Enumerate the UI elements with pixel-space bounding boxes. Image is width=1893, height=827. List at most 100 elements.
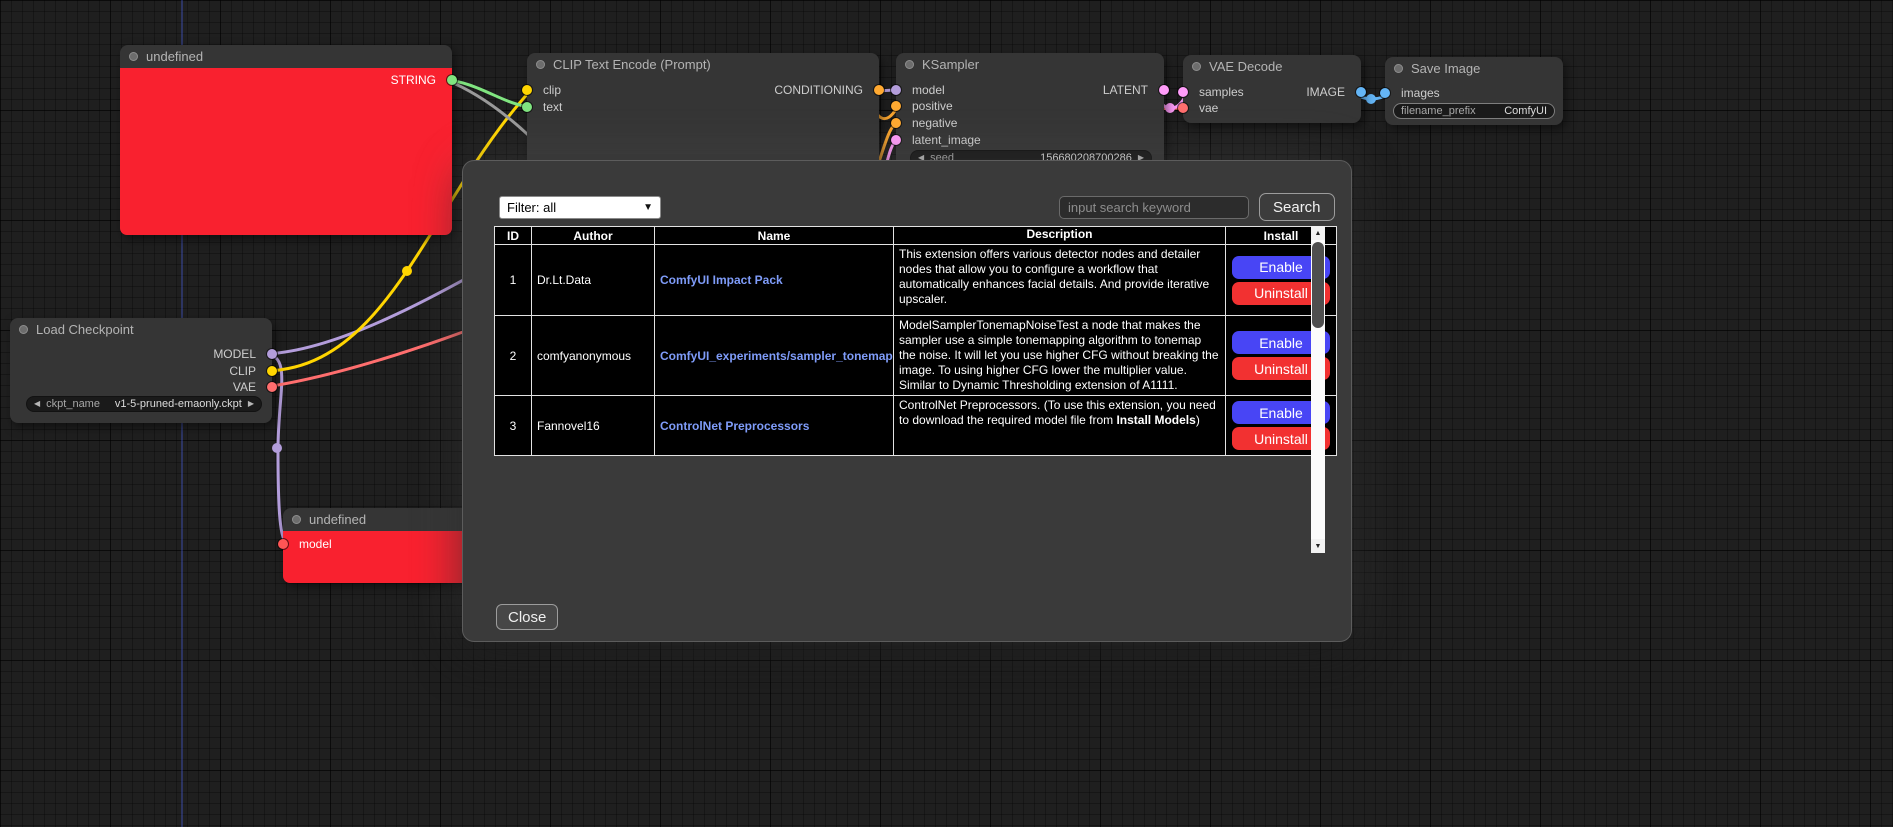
node-title: VAE Decode <box>1209 59 1282 74</box>
extension-link[interactable]: ControlNet Preprocessors <box>660 419 809 433</box>
slot-label: STRING <box>391 73 436 87</box>
input-slot-positive[interactable]: positive <box>896 99 953 113</box>
latent-port-icon[interactable] <box>1178 87 1188 97</box>
string-port-icon[interactable] <box>522 102 532 112</box>
input-slot-model[interactable]: model <box>896 83 945 97</box>
image-port-icon[interactable] <box>1380 88 1390 98</box>
node-undefined-top[interactable]: undefined STRING <box>120 45 452 235</box>
latent-port-icon[interactable] <box>891 135 901 145</box>
table-scrollbar[interactable]: ▲ ▼ <box>1311 226 1325 553</box>
extension-id: 1 <box>495 245 532 316</box>
collapse-dot-icon[interactable] <box>1192 62 1201 71</box>
conditioning-port-icon[interactable] <box>891 118 901 128</box>
input-slot-samples[interactable]: samples <box>1183 85 1244 99</box>
output-slot-clip[interactable]: CLIP <box>229 364 272 378</box>
search-input[interactable] <box>1059 196 1249 219</box>
collapse-dot-icon[interactable] <box>292 515 301 524</box>
collapse-dot-icon[interactable] <box>129 52 138 61</box>
node-header[interactable]: undefined <box>120 45 452 68</box>
column-header-id: ID <box>495 227 532 245</box>
model-port-icon[interactable] <box>278 539 288 549</box>
graph-canvas[interactable]: { "colors": { "node_bg": "#353535", "nod… <box>0 0 1893 827</box>
node-clip-text-encode[interactable]: CLIP Text Encode (Prompt) clip text COND… <box>527 53 879 168</box>
ckpt-name-widget[interactable]: ◀ ckpt_name v1-5-pruned-emaonly.ckpt ▶ <box>26 396 262 412</box>
extension-description: This extension offers various detector n… <box>894 245 1226 316</box>
collapse-dot-icon[interactable] <box>1394 64 1403 73</box>
search-button[interactable]: Search <box>1259 193 1335 221</box>
node-ksampler[interactable]: KSampler model positive negative latent_… <box>896 53 1164 168</box>
conditioning-port-icon[interactable] <box>874 85 884 95</box>
input-slot-vae[interactable]: vae <box>1183 101 1218 115</box>
node-header[interactable]: Load Checkpoint <box>10 318 272 341</box>
wire-dot <box>402 266 412 276</box>
input-slot-model[interactable]: model <box>283 537 332 551</box>
image-port-icon[interactable] <box>1356 87 1366 97</box>
slot-label: MODEL <box>213 347 256 361</box>
scroll-up-icon[interactable]: ▲ <box>1311 226 1325 240</box>
collapse-dot-icon[interactable] <box>905 60 914 69</box>
input-slot-text[interactable]: text <box>527 100 562 114</box>
wire-dot <box>272 443 282 453</box>
model-port-icon[interactable] <box>891 85 901 95</box>
slot-label: LATENT <box>1103 83 1148 97</box>
increment-arrow-icon[interactable]: ▶ <box>248 400 254 408</box>
decrement-arrow-icon[interactable]: ◀ <box>34 400 40 408</box>
close-button[interactable]: Close <box>496 604 558 630</box>
input-slot-negative[interactable]: negative <box>896 116 957 130</box>
clip-port-icon[interactable] <box>522 85 532 95</box>
extension-link[interactable]: ComfyUI Impact Pack <box>660 273 783 287</box>
collapse-dot-icon[interactable] <box>536 60 545 69</box>
output-slot-string[interactable]: STRING <box>391 73 452 87</box>
node-header[interactable]: undefined <box>283 508 483 531</box>
node-title: CLIP Text Encode (Prompt) <box>553 57 711 72</box>
scrollbar-thumb[interactable] <box>1312 242 1324 328</box>
error-node-body <box>120 68 452 235</box>
column-header-description: Description <box>894 227 1226 245</box>
node-header[interactable]: CLIP Text Encode (Prompt) <box>527 53 879 76</box>
input-slot-clip[interactable]: clip <box>527 83 561 97</box>
slot-label: images <box>1401 86 1440 100</box>
dropdown-caret-icon: ▼ <box>643 202 653 213</box>
scroll-down-icon[interactable]: ▼ <box>1311 539 1325 553</box>
node-header[interactable]: VAE Decode <box>1183 55 1361 78</box>
output-slot-vae[interactable]: VAE <box>233 380 272 394</box>
node-title: Load Checkpoint <box>36 322 134 337</box>
node-header[interactable]: Save Image <box>1385 57 1563 80</box>
node-undefined-bottom[interactable]: undefined model <box>283 508 483 583</box>
widget-label: ckpt_name <box>46 398 100 410</box>
output-slot-image[interactable]: IMAGE <box>1306 85 1361 99</box>
output-slot-latent[interactable]: LATENT <box>1103 83 1164 97</box>
filename-prefix-widget[interactable]: filename_prefix ComfyUI <box>1393 103 1555 119</box>
node-vae-decode[interactable]: VAE Decode samples vae IMAGE <box>1183 55 1361 123</box>
filter-selected-value: Filter: all <box>507 200 556 215</box>
slot-label: CLIP <box>229 364 256 378</box>
column-header-name: Name <box>655 227 894 245</box>
slot-label: vae <box>1199 101 1218 115</box>
clip-port-icon[interactable] <box>267 366 277 376</box>
vae-port-icon[interactable] <box>267 382 277 392</box>
wire-dot <box>1165 103 1175 113</box>
slot-label: samples <box>1199 85 1244 99</box>
node-header[interactable]: KSampler <box>896 53 1164 76</box>
output-slot-model[interactable]: MODEL <box>213 347 272 361</box>
node-load-checkpoint[interactable]: Load Checkpoint MODEL CLIP VAE ◀ ckpt_na… <box>10 318 272 423</box>
conditioning-port-icon[interactable] <box>891 101 901 111</box>
slot-label: model <box>299 537 332 551</box>
input-slot-images[interactable]: images <box>1385 86 1440 100</box>
extension-author: comfyanonymous <box>532 316 655 396</box>
output-slot-conditioning[interactable]: CONDITIONING <box>774 83 879 97</box>
model-port-icon[interactable] <box>267 349 277 359</box>
input-slot-latent-image[interactable]: latent_image <box>896 133 981 147</box>
slot-label: model <box>912 83 945 97</box>
widget-value: ComfyUI <box>1504 105 1547 117</box>
collapse-dot-icon[interactable] <box>19 325 28 334</box>
filter-dropdown[interactable]: Filter: all ▼ <box>499 196 661 219</box>
string-port-icon[interactable] <box>447 75 457 85</box>
latent-port-icon[interactable] <box>1159 85 1169 95</box>
extension-link[interactable]: ComfyUI_experiments/sampler_tonemap <box>660 349 893 363</box>
node-save-image[interactable]: Save Image images filename_prefix ComfyU… <box>1385 57 1563 125</box>
extension-id: 3 <box>495 396 532 456</box>
vae-port-icon[interactable] <box>1178 103 1188 113</box>
extension-author: Dr.Lt.Data <box>532 245 655 316</box>
extension-row: 3 Fannovel16 ControlNet Preprocessors Co… <box>495 396 1337 456</box>
